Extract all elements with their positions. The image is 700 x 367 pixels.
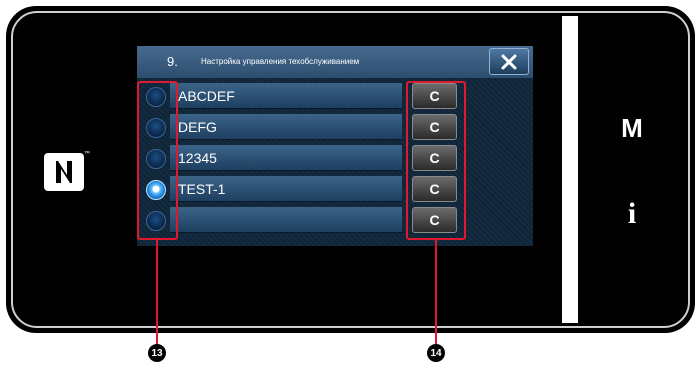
name-field-4[interactable]: TEST-1 — [170, 176, 402, 202]
callout-marker-14: 14 — [427, 344, 445, 362]
nfc-icon — [44, 153, 84, 191]
maintenance-settings-dialog: 9. Настройка управления техобслуживанием… — [137, 46, 533, 246]
list-row-5: C — [137, 207, 533, 235]
list-row-3: 12345 C — [137, 145, 533, 173]
list-row-1: ABCDEF C — [137, 83, 533, 111]
dialog-title-bar: 9. Настройка управления техобслуживанием — [137, 46, 533, 78]
close-icon — [501, 54, 517, 69]
radio-group-callout-box — [137, 81, 178, 240]
dialog-title-number: 9. — [167, 54, 178, 69]
trademark-mark: ™ — [84, 151, 90, 157]
callout-leader-line — [156, 240, 158, 344]
callout-marker-13: 13 — [148, 344, 166, 362]
name-field-5[interactable] — [170, 207, 402, 233]
list-row-4: TEST-1 C — [137, 176, 533, 204]
dialog-title: Настройка управления техобслуживанием — [201, 57, 360, 66]
m-button[interactable]: M — [602, 113, 662, 144]
clear-buttons-callout-box — [406, 81, 466, 240]
information-button[interactable]: i — [602, 197, 662, 231]
name-field-1[interactable]: ABCDEF — [170, 83, 402, 109]
name-field-2[interactable]: DEFG — [170, 114, 402, 140]
name-field-3[interactable]: 12345 — [170, 145, 402, 171]
close-button[interactable] — [489, 48, 529, 75]
callout-leader-line — [435, 240, 437, 344]
panel-divider — [562, 16, 578, 323]
list-row-2: DEFG C — [137, 114, 533, 142]
